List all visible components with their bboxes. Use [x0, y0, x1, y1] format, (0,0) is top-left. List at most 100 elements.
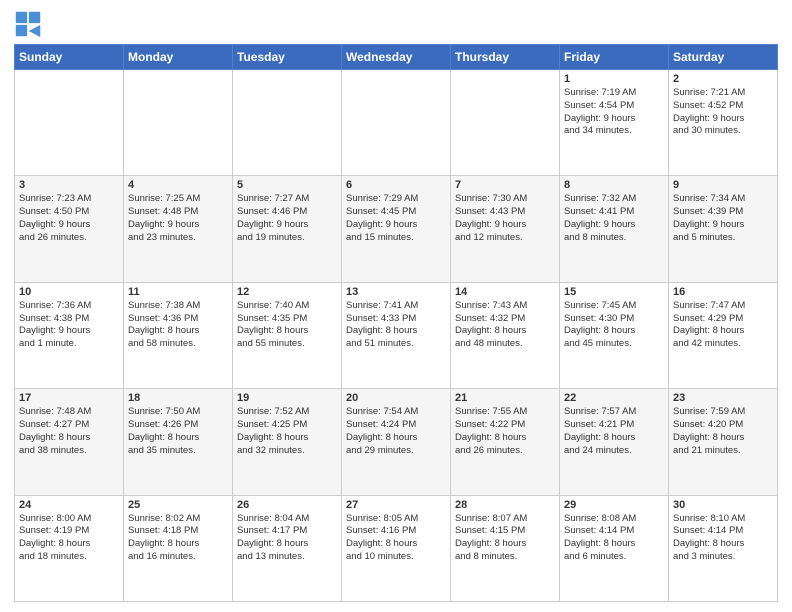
page: SundayMondayTuesdayWednesdayThursdayFrid…: [0, 0, 792, 612]
calendar-header-row: SundayMondayTuesdayWednesdayThursdayFrid…: [15, 45, 778, 70]
calendar-cell: 18 Sunrise: 7:50 AM Sunset: 4:26 PM Dayli…: [124, 389, 233, 495]
day-info: Sunrise: 7:32 AM Sunset: 4:41 PM Dayligh…: [564, 193, 664, 244]
calendar-header-monday: Monday: [124, 45, 233, 70]
calendar-cell: [233, 70, 342, 176]
day-info: Sunrise: 7:52 AM Sunset: 4:25 PM Dayligh…: [237, 406, 337, 457]
day-number: 28: [455, 499, 555, 511]
calendar-header-thursday: Thursday: [451, 45, 560, 70]
day-number: 15: [564, 286, 664, 298]
day-number: 12: [237, 286, 337, 298]
day-info: Sunrise: 7:50 AM Sunset: 4:26 PM Dayligh…: [128, 406, 228, 457]
header: [14, 10, 778, 38]
calendar-header-saturday: Saturday: [669, 45, 778, 70]
day-info: Sunrise: 7:55 AM Sunset: 4:22 PM Dayligh…: [455, 406, 555, 457]
calendar-cell: 19 Sunrise: 7:52 AM Sunset: 4:25 PM Dayli…: [233, 389, 342, 495]
day-number: 23: [673, 392, 773, 404]
calendar-cell: 15 Sunrise: 7:45 AM Sunset: 4:30 PM Dayli…: [560, 282, 669, 388]
day-info: Sunrise: 7:41 AM Sunset: 4:33 PM Dayligh…: [346, 300, 446, 351]
calendar-cell: 7 Sunrise: 7:30 AM Sunset: 4:43 PM Daylig…: [451, 176, 560, 282]
calendar-cell: 9 Sunrise: 7:34 AM Sunset: 4:39 PM Daylig…: [669, 176, 778, 282]
day-number: 9: [673, 179, 773, 191]
day-info: Sunrise: 7:54 AM Sunset: 4:24 PM Dayligh…: [346, 406, 446, 457]
calendar-cell: [124, 70, 233, 176]
calendar-week-4: 17 Sunrise: 7:48 AM Sunset: 4:27 PM Dayli…: [15, 389, 778, 495]
calendar-cell: 10 Sunrise: 7:36 AM Sunset: 4:38 PM Dayli…: [15, 282, 124, 388]
day-info: Sunrise: 7:47 AM Sunset: 4:29 PM Dayligh…: [673, 300, 773, 351]
day-number: 22: [564, 392, 664, 404]
calendar-cell: 16 Sunrise: 7:47 AM Sunset: 4:29 PM Dayli…: [669, 282, 778, 388]
day-info: Sunrise: 7:27 AM Sunset: 4:46 PM Dayligh…: [237, 193, 337, 244]
calendar-cell: 3Sunrise: 7:23 AM Sunset: 4:50 PM Daylig…: [15, 176, 124, 282]
day-info: Sunrise: 7:23 AM Sunset: 4:50 PM Dayligh…: [19, 193, 119, 244]
day-info: Sunrise: 7:45 AM Sunset: 4:30 PM Dayligh…: [564, 300, 664, 351]
day-number: 30: [673, 499, 773, 511]
calendar-cell: 20Sunrise: 7:54 AM Sunset: 4:24 PM Dayli…: [342, 389, 451, 495]
calendar-week-3: 10 Sunrise: 7:36 AM Sunset: 4:38 PM Dayli…: [15, 282, 778, 388]
calendar-header-wednesday: Wednesday: [342, 45, 451, 70]
day-number: 16: [673, 286, 773, 298]
calendar-cell: 17 Sunrise: 7:48 AM Sunset: 4:27 PM Dayli…: [15, 389, 124, 495]
day-info: Sunrise: 7:43 AM Sunset: 4:32 PM Dayligh…: [455, 300, 555, 351]
day-info: Sunrise: 7:30 AM Sunset: 4:43 PM Dayligh…: [455, 193, 555, 244]
day-number: 7: [455, 179, 555, 191]
calendar-cell: 13 Sunrise: 7:41 AM Sunset: 4:33 PM Dayli…: [342, 282, 451, 388]
day-info: Sunrise: 7:19 AM Sunset: 4:54 PM Dayligh…: [564, 87, 664, 138]
calendar-cell: 6 Sunrise: 7:29 AM Sunset: 4:45 PM Daylig…: [342, 176, 451, 282]
calendar-cell: 5 Sunrise: 7:27 AM Sunset: 4:46 PM Daylig…: [233, 176, 342, 282]
day-info: Sunrise: 7:21 AM Sunset: 4:52 PM Dayligh…: [673, 87, 773, 138]
day-info: Sunrise: 8:04 AM Sunset: 4:17 PM Dayligh…: [237, 513, 337, 564]
calendar-cell: [342, 70, 451, 176]
day-number: 5: [237, 179, 337, 191]
day-number: 1: [564, 73, 664, 85]
calendar-cell: 4 Sunrise: 7:25 AM Sunset: 4:48 PM Daylig…: [124, 176, 233, 282]
calendar-cell: 26 Sunrise: 8:04 AM Sunset: 4:17 PM Dayli…: [233, 495, 342, 601]
calendar-cell: [15, 70, 124, 176]
day-number: 13: [346, 286, 446, 298]
day-info: Sunrise: 8:05 AM Sunset: 4:16 PM Dayligh…: [346, 513, 446, 564]
day-number: 17: [19, 392, 119, 404]
calendar-cell: 30 Sunrise: 8:10 AM Sunset: 4:14 PM Dayli…: [669, 495, 778, 601]
day-info: Sunrise: 7:57 AM Sunset: 4:21 PM Dayligh…: [564, 406, 664, 457]
day-number: 27: [346, 499, 446, 511]
day-number: 4: [128, 179, 228, 191]
calendar: SundayMondayTuesdayWednesdayThursdayFrid…: [14, 44, 778, 602]
day-number: 6: [346, 179, 446, 191]
calendar-header-tuesday: Tuesday: [233, 45, 342, 70]
day-info: Sunrise: 8:10 AM Sunset: 4:14 PM Dayligh…: [673, 513, 773, 564]
day-info: Sunrise: 8:00 AM Sunset: 4:19 PM Dayligh…: [19, 513, 119, 564]
day-number: 26: [237, 499, 337, 511]
calendar-cell: 1 Sunrise: 7:19 AM Sunset: 4:54 PM Daylig…: [560, 70, 669, 176]
day-info: Sunrise: 7:29 AM Sunset: 4:45 PM Dayligh…: [346, 193, 446, 244]
day-number: 14: [455, 286, 555, 298]
calendar-cell: 8 Sunrise: 7:32 AM Sunset: 4:41 PM Daylig…: [560, 176, 669, 282]
day-info: Sunrise: 8:02 AM Sunset: 4:18 PM Dayligh…: [128, 513, 228, 564]
day-number: 29: [564, 499, 664, 511]
day-number: 19: [237, 392, 337, 404]
day-number: 24: [19, 499, 119, 511]
day-info: Sunrise: 8:07 AM Sunset: 4:15 PM Dayligh…: [455, 513, 555, 564]
calendar-cell: 22 Sunrise: 7:57 AM Sunset: 4:21 PM Dayli…: [560, 389, 669, 495]
calendar-week-2: 3Sunrise: 7:23 AM Sunset: 4:50 PM Daylig…: [15, 176, 778, 282]
calendar-week-5: 24 Sunrise: 8:00 AM Sunset: 4:19 PM Dayli…: [15, 495, 778, 601]
day-number: 2: [673, 73, 773, 85]
logo-icon: [14, 10, 42, 38]
calendar-cell: 14 Sunrise: 7:43 AM Sunset: 4:32 PM Dayli…: [451, 282, 560, 388]
calendar-cell: 23Sunrise: 7:59 AM Sunset: 4:20 PM Dayli…: [669, 389, 778, 495]
day-info: Sunrise: 8:08 AM Sunset: 4:14 PM Dayligh…: [564, 513, 664, 564]
calendar-week-1: 1 Sunrise: 7:19 AM Sunset: 4:54 PM Daylig…: [15, 70, 778, 176]
day-info: Sunrise: 7:48 AM Sunset: 4:27 PM Dayligh…: [19, 406, 119, 457]
day-info: Sunrise: 7:40 AM Sunset: 4:35 PM Dayligh…: [237, 300, 337, 351]
day-number: 21: [455, 392, 555, 404]
calendar-cell: 11Sunrise: 7:38 AM Sunset: 4:36 PM Dayli…: [124, 282, 233, 388]
calendar-cell: 29 Sunrise: 8:08 AM Sunset: 4:14 PM Dayli…: [560, 495, 669, 601]
day-number: 18: [128, 392, 228, 404]
day-number: 10: [19, 286, 119, 298]
calendar-header-friday: Friday: [560, 45, 669, 70]
day-info: Sunrise: 7:34 AM Sunset: 4:39 PM Dayligh…: [673, 193, 773, 244]
calendar-cell: 2 Sunrise: 7:21 AM Sunset: 4:52 PM Daylig…: [669, 70, 778, 176]
day-number: 8: [564, 179, 664, 191]
day-info: Sunrise: 7:36 AM Sunset: 4:38 PM Dayligh…: [19, 300, 119, 351]
calendar-cell: 21 Sunrise: 7:55 AM Sunset: 4:22 PM Dayli…: [451, 389, 560, 495]
calendar-cell: [451, 70, 560, 176]
day-info: Sunrise: 7:25 AM Sunset: 4:48 PM Dayligh…: [128, 193, 228, 244]
